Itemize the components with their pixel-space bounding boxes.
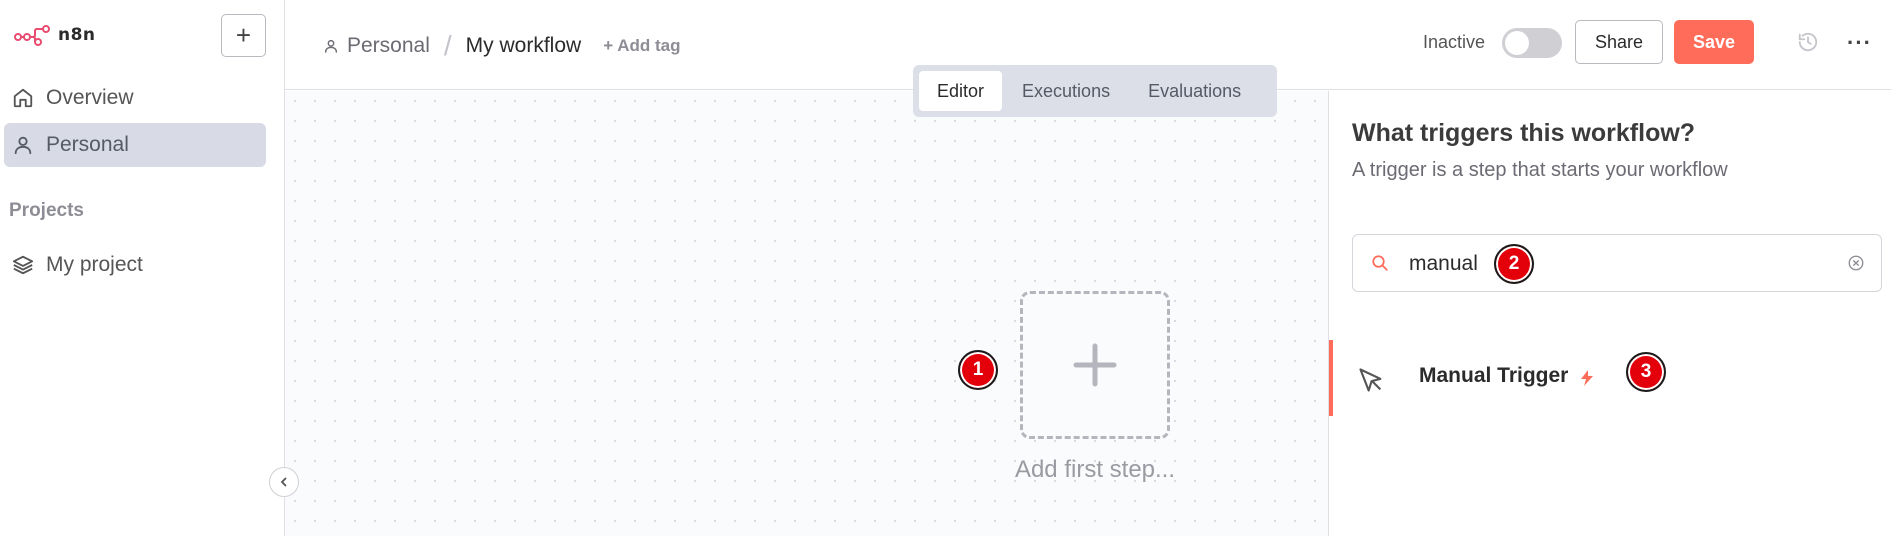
user-icon <box>324 39 338 53</box>
n8n-logo-icon <box>14 25 50 46</box>
annotation-marker-2: 2 <box>1494 244 1534 284</box>
add-tag-button[interactable]: + Add tag <box>603 36 680 56</box>
breadcrumb-project[interactable]: Personal <box>323 34 430 58</box>
chevron-left-icon <box>280 477 287 487</box>
view-tabs: Editor Executions Evaluations <box>913 65 1277 117</box>
projects-section-title: Projects <box>9 200 84 221</box>
sidebar-item-label: My project <box>46 253 143 276</box>
history-icon[interactable] <box>1797 31 1819 53</box>
plus-icon <box>1073 343 1117 387</box>
result-item-label: Manual Trigger <box>1419 364 1569 387</box>
panel-subtitle: A trigger is a step that starts your wor… <box>1352 159 1728 181</box>
logo[interactable]: n8n <box>14 24 96 46</box>
collapse-sidebar-button[interactable] <box>269 467 299 497</box>
tab-executions[interactable]: Executions <box>1004 71 1128 111</box>
user-icon <box>14 136 32 155</box>
breadcrumb-project-label: Personal <box>347 34 430 57</box>
clear-search-icon[interactable] <box>1847 254 1865 272</box>
add-first-step-button[interactable] <box>1020 291 1170 439</box>
sidebar-item-personal[interactable]: Personal <box>4 123 266 167</box>
sidebar-item-label: Overview <box>46 86 134 109</box>
result-item-manual-trigger[interactable]: Manual Trigger <box>1329 340 1891 416</box>
bolt-icon <box>1581 370 1593 386</box>
toggle-knob <box>1505 31 1529 55</box>
workflow-name[interactable]: My workflow <box>466 34 582 58</box>
node-creator-panel: What triggers this workflow? A trigger i… <box>1328 91 1891 536</box>
tab-editor[interactable]: Editor <box>919 71 1003 111</box>
sidebar: n8n + Overview Personal Projects My proj… <box>0 0 285 536</box>
app: n8n + Overview Personal Projects My proj… <box>0 0 1891 536</box>
sidebar-item-overview[interactable]: Overview <box>4 76 266 120</box>
search-icon <box>1372 255 1388 271</box>
annotation-marker-1: 1 <box>958 350 998 390</box>
home-icon <box>13 88 33 108</box>
search-input[interactable] <box>1409 247 1809 281</box>
brand-name: n8n <box>58 25 96 45</box>
save-button[interactable]: Save <box>1674 20 1754 64</box>
more-options-icon[interactable]: ··· <box>1847 30 1872 56</box>
share-button[interactable]: Share <box>1575 20 1663 64</box>
add-first-step-label: Add first step... <box>1014 456 1176 483</box>
new-button[interactable]: + <box>221 14 266 57</box>
activation-toggle[interactable] <box>1502 28 1562 58</box>
breadcrumb-separator: / <box>443 30 452 61</box>
sidebar-item-label: Personal <box>46 133 129 156</box>
annotation-marker-3: 3 <box>1626 352 1666 392</box>
sidebar-item-my-project[interactable]: My project <box>4 243 266 287</box>
search-box <box>1352 234 1882 292</box>
cursor-icon <box>1359 368 1382 392</box>
tab-evaluations[interactable]: Evaluations <box>1130 71 1259 111</box>
panel-title: What triggers this workflow? <box>1352 119 1696 147</box>
breadcrumb: Personal / My workflow + Add tag <box>323 30 680 62</box>
layers-icon <box>12 255 34 275</box>
activation-status: Inactive <box>1423 32 1486 52</box>
